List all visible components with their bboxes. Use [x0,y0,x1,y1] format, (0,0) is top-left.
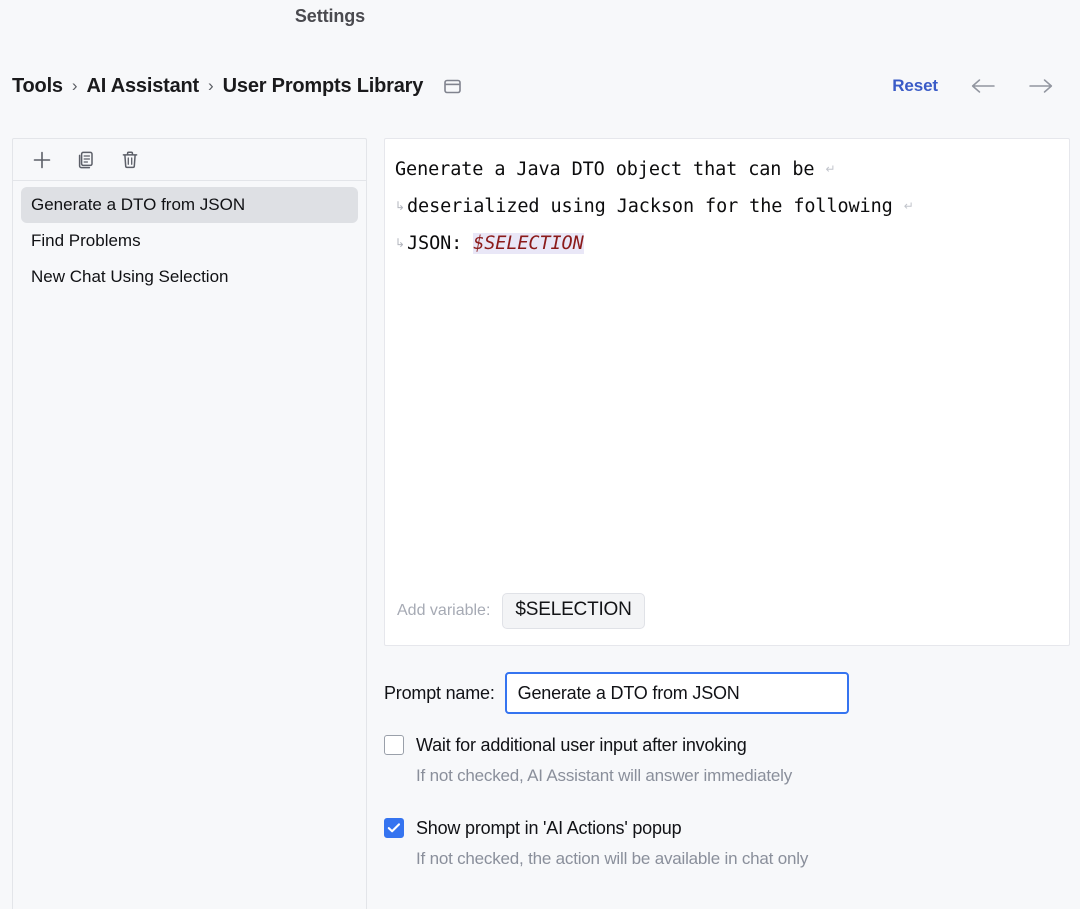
add-prompt-button[interactable] [25,145,59,175]
prompts-list-panel: Generate a DTO from JSON Find Problems N… [12,138,367,909]
list-item[interactable]: Find Problems [21,223,358,259]
wrap-lead-icon: ↳ [395,199,405,213]
breadcrumb-item-user-prompts-library[interactable]: User Prompts Library [223,75,424,98]
reset-button[interactable]: Reset [892,76,938,96]
list-item[interactable]: New Chat Using Selection [21,259,358,295]
breadcrumb-separator: › [207,76,214,95]
editor-line-3-text: JSON: [407,233,474,254]
selection-variable-token: $SELECTION [473,233,584,254]
show-in-popup-row[interactable]: Show prompt in 'AI Actions' popup [384,815,1074,841]
breadcrumb-bar: Tools › AI Assistant › User Prompts Libr… [0,58,1080,114]
breadcrumb-item-tools[interactable]: Tools [12,75,63,98]
add-variable-label: Add variable: [397,602,491,619]
duplicate-prompt-button[interactable] [69,145,103,175]
breadcrumb-separator: › [71,76,78,95]
list-item-label: Generate a DTO from JSON [31,195,246,214]
panel-layout-icon[interactable] [443,78,461,94]
prompts-list: Generate a DTO from JSON Find Problems N… [13,181,366,295]
editor-line-1-text: Generate a Java DTO object that can be [395,159,826,180]
wrap-tail-icon: ↵ [825,162,836,176]
wait-for-input-hint: If not checked, AI Assistant will answer… [416,766,793,785]
add-variable-row: Add variable: $SELECTION [397,593,645,629]
show-in-popup-block: Show prompt in 'AI Actions' popup If not… [384,815,1074,869]
wait-for-input-checkbox[interactable] [384,735,404,755]
prompt-text-editor[interactable]: Generate a Java DTO object that can be ↵… [395,151,1059,262]
wrap-tail-icon: ↵ [903,199,914,213]
show-in-popup-checkbox[interactable] [384,818,404,838]
prompt-editor-panel[interactable]: Generate a Java DTO object that can be ↵… [384,138,1070,646]
show-in-popup-label: Show prompt in 'AI Actions' popup [416,817,682,838]
prompt-name-label: Prompt name: [384,682,495,703]
delete-prompt-button[interactable] [113,145,147,175]
prompt-settings-form: Prompt name: Wait for additional user in… [384,668,1074,869]
list-item-label: New Chat Using Selection [31,267,229,286]
prompts-list-toolbar [13,139,366,181]
breadcrumb-actions: Reset [892,75,1080,97]
arrow-right-icon[interactable] [1028,75,1054,97]
wait-for-input-row[interactable]: Wait for additional user input after inv… [384,732,1074,758]
prompt-name-row: Prompt name: [384,668,1074,718]
arrow-left-icon[interactable] [970,75,996,97]
list-item[interactable]: Generate a DTO from JSON [21,187,358,223]
add-variable-selection-button[interactable]: $SELECTION [502,593,645,629]
window-title: Settings [294,6,366,26]
wrap-lead-icon: ↳ [395,236,405,250]
list-item-label: Find Problems [31,231,141,250]
prompt-name-input[interactable] [504,672,849,714]
editor-line-2-text: deserialized using Jackson for the follo… [407,196,904,217]
wait-for-input-label: Wait for additional user input after inv… [416,734,747,755]
wait-for-input-block: Wait for additional user input after inv… [384,732,1074,786]
show-in-popup-hint: If not checked, the action will be avail… [416,849,809,868]
breadcrumb-item-ai-assistant[interactable]: AI Assistant [87,75,200,98]
